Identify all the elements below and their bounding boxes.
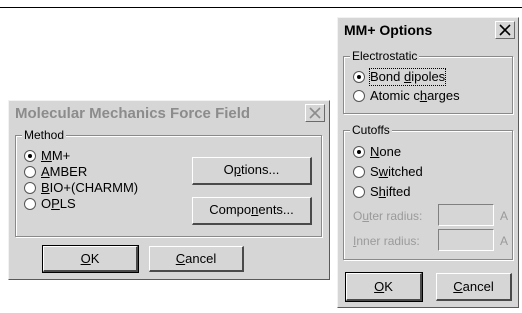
radio-button xyxy=(353,90,365,102)
radio-label: AMBER xyxy=(41,164,88,179)
force-field-titlebar: Molecular Mechanics Force Field xyxy=(9,101,329,125)
radio-button xyxy=(353,71,365,83)
method-group: Method MM+ AMBER BIO+(CHARMM) OPLS Optio… xyxy=(15,128,322,237)
radio-button xyxy=(353,166,365,178)
radio-label: Atomic charges xyxy=(370,88,460,103)
radio-label: MM+ xyxy=(41,148,71,163)
outer-radius-unit: A xyxy=(500,209,509,223)
close-icon xyxy=(309,107,321,119)
mm-options-title: MM+ Options xyxy=(344,22,433,38)
cutoffs-group: Cutoffs None Switched Shifted Outer radi… xyxy=(343,123,513,260)
force-field-title: Molecular Mechanics Force Field xyxy=(15,105,251,122)
cutoffs-group-label: Cutoffs xyxy=(350,123,392,137)
top-rule xyxy=(0,7,522,8)
electrostatic-group-label: Electrostatic xyxy=(350,49,420,63)
cancel-button[interactable]: Cancel xyxy=(149,246,244,272)
electrostatic-group: Electrostatic Bond dipoles Atomic charge… xyxy=(343,49,513,114)
components-button[interactable]: Components... xyxy=(192,197,312,225)
close-button[interactable] xyxy=(495,21,515,39)
radio-button xyxy=(24,166,36,178)
inner-radius-label: Inner radius: xyxy=(353,234,420,248)
radio-label: None xyxy=(370,144,402,159)
radio-button xyxy=(24,182,36,194)
radio-label: OPLS xyxy=(41,196,76,211)
radio-label: Switched xyxy=(370,164,423,179)
radio-dot xyxy=(357,75,361,79)
ok-button[interactable]: OK xyxy=(345,272,423,302)
options-button[interactable]: Options... xyxy=(192,157,312,185)
close-icon xyxy=(499,24,511,36)
force-field-dialog: Molecular Mechanics Force Field Method M… xyxy=(8,100,330,280)
radio-dot xyxy=(28,154,32,158)
radio-dot xyxy=(357,150,361,154)
mm-options-dialog: MM+ Options Electrostatic Bond dipoles A… xyxy=(337,17,519,308)
cancel-button[interactable]: Cancel xyxy=(436,273,512,301)
radio-button xyxy=(353,146,365,158)
mm-options-titlebar: MM+ Options xyxy=(338,18,518,42)
outer-radius-label: Outer radius: xyxy=(353,209,423,223)
close-button[interactable] xyxy=(305,104,325,122)
radio-button xyxy=(24,198,36,210)
radio-label: Shifted xyxy=(370,184,411,199)
inner-radius-field[interactable] xyxy=(438,229,494,251)
radio-button xyxy=(353,186,365,198)
inner-radius-unit: A xyxy=(500,234,509,248)
radio-label: Bond dipoles xyxy=(368,68,447,86)
outer-radius-field[interactable] xyxy=(438,204,494,226)
radio-button xyxy=(24,150,36,162)
ok-button[interactable]: OK xyxy=(42,245,139,273)
radio-label: BIO+(CHARMM) xyxy=(41,180,139,195)
method-group-label: Method xyxy=(22,128,67,142)
